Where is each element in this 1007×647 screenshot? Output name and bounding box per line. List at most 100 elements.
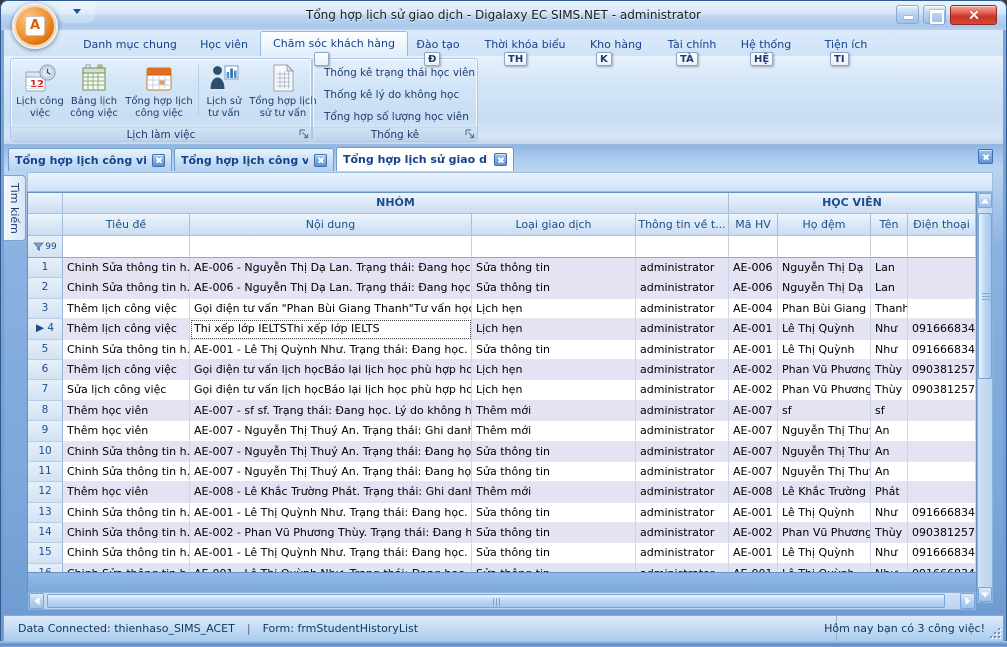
cell-thong-tin[interactable]: administrator: [636, 319, 729, 339]
band-header-hoc-vien[interactable]: HỌC VIÊN: [729, 193, 976, 214]
cell-ho-dem[interactable]: sf: [778, 401, 871, 421]
cell-ten[interactable]: Lan: [871, 258, 908, 278]
cell-noi-dung[interactable]: AE-001 - Lê Thị Quỳnh Như. Trạng thái: Đ…: [190, 503, 472, 523]
application-menu-button[interactable]: A: [12, 3, 58, 49]
band-header-nhom[interactable]: NHÓM: [63, 193, 729, 214]
tong-hop-so-luong-hoc-vien-item[interactable]: Tổng hợp số lượng học viên: [315, 106, 475, 128]
filter-cell[interactable]: [778, 236, 871, 258]
cell-tieu-de[interactable]: Chinh Sửa thông tin h...: [63, 258, 190, 278]
vertical-scrollbar[interactable]: [977, 192, 993, 603]
cell-tieu-de[interactable]: Chinh Sửa thông tin h...: [63, 462, 190, 482]
cell-thong-tin[interactable]: administrator: [636, 503, 729, 523]
cell-dien-thoai[interactable]: [908, 462, 976, 482]
doc-tab-tong-hop-lich-su-giao-dich[interactable]: Tổng hợp lịch sử giao dịch: [336, 147, 514, 171]
cell-loai[interactable]: Sửa thông tin: [472, 564, 636, 573]
cell-ho-dem[interactable]: Phan Vũ Phương: [778, 380, 871, 400]
cell-ma-hv[interactable]: AE-004: [729, 299, 778, 319]
row-indicator[interactable]: 2: [28, 278, 63, 298]
column-header-loai-giao-dich[interactable]: Loại giao dịch: [472, 214, 636, 236]
cell-dien-thoai[interactable]: 0916668346: [908, 340, 976, 360]
cell-tieu-de[interactable]: Chinh Sửa thông tin h...: [63, 564, 190, 573]
row-indicator[interactable]: 5: [28, 340, 63, 360]
cell-ten[interactable]: An: [871, 462, 908, 482]
cell-ma-hv[interactable]: AE-008: [729, 482, 778, 502]
cell-ten[interactable]: Lan: [871, 278, 908, 298]
dialog-launcher-icon[interactable]: [465, 129, 475, 139]
cell-dien-thoai[interactable]: 0903812577: [908, 523, 976, 543]
scroll-right-button[interactable]: [960, 593, 975, 609]
table-row[interactable]: 12Thêm học viênAE-008 - Lê Khắc Trường P…: [28, 482, 976, 502]
filter-cell[interactable]: [908, 236, 976, 258]
chevron-down-icon[interactable]: [73, 9, 81, 14]
cell-tieu-de[interactable]: Thêm học viên: [63, 421, 190, 441]
cell-noi-dung[interactable]: Gọi điện tư vấn lịch họcBáo lại lịch học…: [190, 360, 472, 380]
row-indicator[interactable]: 7: [28, 380, 63, 400]
scroll-up-button[interactable]: [978, 193, 992, 208]
cell-ma-hv[interactable]: AE-001: [729, 543, 778, 563]
row-indicator[interactable]: 15: [28, 543, 63, 563]
cell-thong-tin[interactable]: administrator: [636, 278, 729, 298]
column-header-ma-hv[interactable]: Mã HV: [729, 214, 778, 236]
cell-ten[interactable]: Như: [871, 564, 908, 573]
table-row[interactable]: 7Sửa lịch công việcGọi điện tư vấn lịch …: [28, 380, 976, 400]
row-indicator[interactable]: 9: [28, 421, 63, 441]
table-row[interactable]: 10Chinh Sửa thông tin h...AE-007 - Nguyễ…: [28, 442, 976, 462]
lich-cong-viec-button[interactable]: 12 Lịch công việc: [14, 61, 66, 127]
tong-hop-lich-su-tu-van-button[interactable]: Tổng hợp lịch sử tư vấn: [247, 61, 319, 127]
cell-dien-thoai[interactable]: 0916668346: [908, 543, 976, 563]
cell-ten[interactable]: An: [871, 421, 908, 441]
column-header-tieu-de[interactable]: Tiêu đề: [63, 214, 190, 236]
cell-noi-dung[interactable]: AE-007 - Nguyễn Thị Thuý An. Trạng thái:…: [190, 462, 472, 482]
horizontal-scroll-thumb[interactable]: [47, 594, 945, 608]
cell-ten[interactable]: Như: [871, 503, 908, 523]
tong-hop-lich-cong-viec-button[interactable]: Tổng hợp lịch công việc: [122, 61, 196, 127]
cell-ten[interactable]: Thùy: [871, 360, 908, 380]
cell-ho-dem[interactable]: Nguyễn Thị Dạ: [778, 278, 871, 298]
cell-noi-dung[interactable]: Thi xếp lớp IELTSThi xếp lớp IELTS: [190, 319, 472, 339]
row-indicator[interactable]: 3: [28, 299, 63, 319]
cell-dien-thoai[interactable]: [908, 258, 976, 278]
cell-ma-hv[interactable]: AE-002: [729, 380, 778, 400]
row-indicator[interactable]: 1: [28, 258, 63, 278]
horizontal-scrollbar[interactable]: [28, 592, 976, 610]
cell-ho-dem[interactable]: Lê Thị Quỳnh: [778, 340, 871, 360]
column-header-ten[interactable]: Tên: [871, 214, 908, 236]
row-indicator[interactable]: ▶ 4: [28, 319, 63, 339]
cell-ma-hv[interactable]: AE-002: [729, 360, 778, 380]
ribbon-tab-kho-hang[interactable]: Kho hàng: [586, 34, 646, 56]
cell-ho-dem[interactable]: Nguyễn Thị Thuý: [778, 442, 871, 462]
cell-thong-tin[interactable]: administrator: [636, 360, 729, 380]
resize-grip[interactable]: [989, 627, 1000, 638]
row-indicator[interactable]: 12: [28, 482, 63, 502]
cell-loai[interactable]: Sửa thông tin: [472, 543, 636, 563]
cell-tieu-de[interactable]: Thêm học viên: [63, 401, 190, 421]
cell-noi-dung[interactable]: AE-007 - sf sf. Trạng thái: Đang học. Lý…: [190, 401, 472, 421]
filter-cell[interactable]: [63, 236, 190, 258]
doc-tab-tong-hop-lich-cong-viec-1[interactable]: Tổng hợp lịch công việc: [8, 148, 172, 171]
cell-tieu-de[interactable]: Chinh Sửa thông tin h...: [63, 278, 190, 298]
cell-ho-dem[interactable]: Phan Vũ Phương: [778, 360, 871, 380]
cell-loai[interactable]: Lịch hẹn: [472, 360, 636, 380]
cell-thong-tin[interactable]: administrator: [636, 564, 729, 573]
quick-access-toolbar[interactable]: [59, 2, 95, 23]
cell-loai[interactable]: Thêm mới: [472, 421, 636, 441]
cell-tieu-de[interactable]: Chinh Sửa thông tin h...: [63, 543, 190, 563]
cell-ho-dem[interactable]: Lê Thị Quỳnh: [778, 503, 871, 523]
cell-ten[interactable]: Như: [871, 543, 908, 563]
cell-thong-tin[interactable]: administrator: [636, 462, 729, 482]
cell-dien-thoai[interactable]: [908, 401, 976, 421]
table-row[interactable]: 2Chinh Sửa thông tin h...AE-006 - Nguyễn…: [28, 278, 976, 298]
cell-tieu-de[interactable]: Chinh Sửa thông tin h...: [63, 503, 190, 523]
filter-cell[interactable]: [729, 236, 778, 258]
cell-ho-dem[interactable]: Nguyễn Thị Thuý: [778, 462, 871, 482]
table-row[interactable]: 16Chinh Sửa thông tin h...AE-001 - Lê Th…: [28, 564, 976, 573]
cell-tieu-de[interactable]: Thêm lịch công việc: [63, 299, 190, 319]
cell-tieu-de[interactable]: Chinh Sửa thông tin h...: [63, 340, 190, 360]
close-button[interactable]: [950, 5, 997, 25]
column-header-ho-dem[interactable]: Họ đệm: [778, 214, 871, 236]
cell-loai[interactable]: Sửa thông tin: [472, 442, 636, 462]
table-row[interactable]: 15Chinh Sửa thông tin h...AE-001 - Lê Th…: [28, 543, 976, 563]
row-indicator[interactable]: 13: [28, 503, 63, 523]
cell-loai[interactable]: Sửa thông tin: [472, 503, 636, 523]
cell-loai[interactable]: Sửa thông tin: [472, 340, 636, 360]
